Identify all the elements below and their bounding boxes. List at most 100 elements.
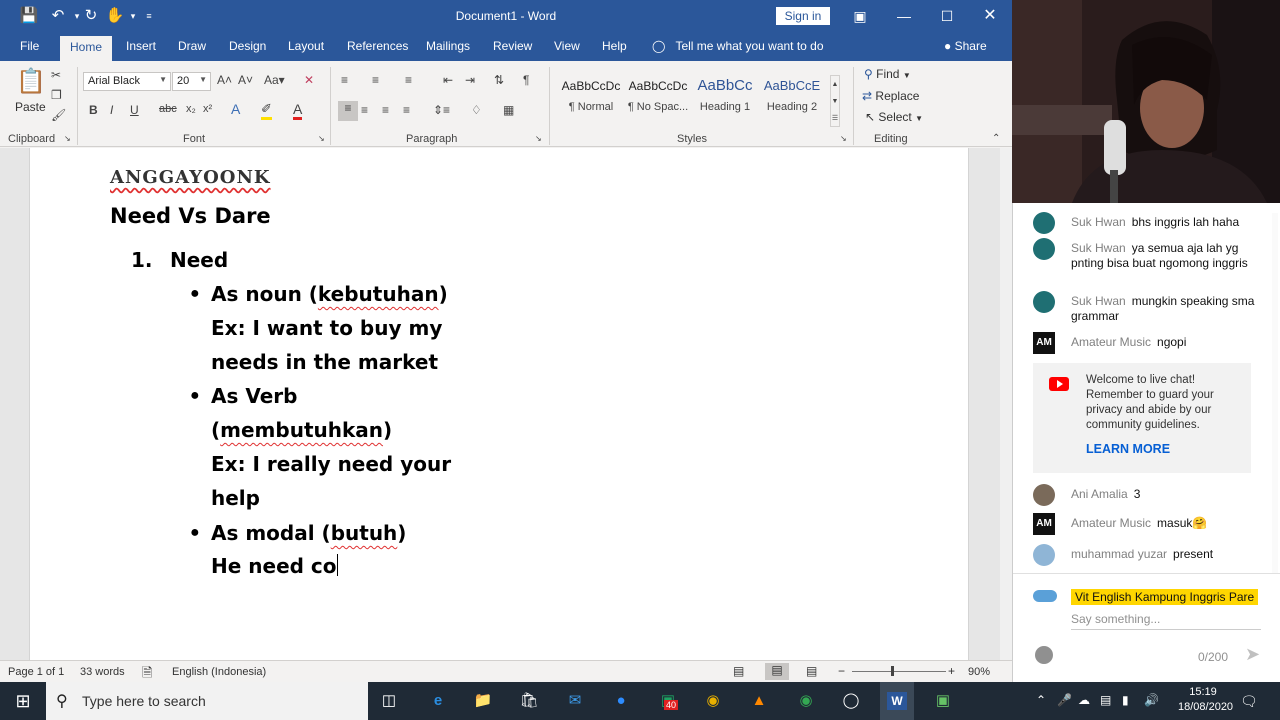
microphone-icon[interactable]: 🎤 [1057,693,1072,707]
bold-icon[interactable]: B [89,103,98,117]
taskbar-clock[interactable]: 15:19 18/08/2020 [1178,685,1233,715]
tab-insert[interactable]: Insert [126,39,156,53]
cut-icon[interactable]: ✂ [51,68,61,82]
tab-review[interactable]: Review [493,39,532,53]
chrome-profile-icon[interactable]: ◉ [793,688,819,714]
battery-icon[interactable]: ▮ [1122,693,1129,707]
volume-icon[interactable]: 🔊 [1144,693,1159,707]
highlight-icon[interactable]: ✐ [261,101,272,120]
tab-mailings[interactable]: Mailings [426,39,470,53]
zoom-slider-handle[interactable] [891,666,894,676]
font-launcher-icon[interactable]: ↘ [318,134,325,143]
show-hide-icon[interactable]: ¶ [523,73,529,87]
tab-help[interactable]: Help [602,39,627,53]
taskbar-search[interactable]: ⚲ Type here to search [46,682,368,720]
align-center-icon[interactable]: ≡ [361,103,368,117]
obs-icon[interactable]: ◯ [838,688,864,714]
style-heading-1[interactable]: AaBbCc Heading 1 [692,75,758,119]
paragraph-launcher-icon[interactable]: ↘ [535,134,542,143]
emoji-icon[interactable] [1035,646,1053,664]
tab-layout[interactable]: Layout [288,39,324,53]
store-icon[interactable]: 🛍 [516,688,542,714]
font-name-combo[interactable]: Arial Black ▼ [83,72,171,91]
tell-me-search[interactable]: ◯ Tell me what you want to do [652,39,824,53]
learn-more-link[interactable]: LEARN MORE [1086,442,1170,456]
web-layout-icon[interactable]: ▤ [806,664,817,678]
task-view-icon[interactable]: ◫ [376,688,402,714]
shrink-font-icon[interactable]: A˅ [238,73,253,87]
read-mode-icon[interactable]: ▤ [733,664,744,678]
find-button[interactable]: ⚲ Find ▼ [864,67,911,81]
shading-icon[interactable]: ♢ [471,103,482,117]
text-effects-icon[interactable]: A [231,101,240,117]
clipboard-launcher-icon[interactable]: ↘ [64,134,71,143]
select-button[interactable]: ↖ Select ▼ [865,110,923,124]
style-heading-2[interactable]: AaBbCcE Heading 2 [759,75,825,119]
superscript-icon[interactable]: x² [203,103,212,115]
increase-indent-icon[interactable]: ⇥ [465,73,475,87]
subscript-icon[interactable]: x₂ [186,103,196,115]
ribbon-display-options-icon[interactable]: ▣ [845,6,875,26]
share-button[interactable]: ● Share [944,39,987,53]
style-normal[interactable]: AaBbCcDc ¶ Normal [558,75,624,119]
tab-design[interactable]: Design [229,39,266,53]
grow-font-icon[interactable]: A˄ [217,73,232,87]
close-button[interactable]: ✕ [975,6,1005,26]
print-layout-icon[interactable]: ▤ [765,663,789,680]
align-right-icon[interactable]: ≡ [382,103,389,117]
copy-icon[interactable]: ❐ [51,88,62,102]
vertical-scrollbar[interactable] [1000,148,1012,660]
vlc-icon[interactable]: ▲ [746,688,772,714]
onedrive-icon[interactable]: ☁ [1078,693,1090,707]
sign-in-button[interactable]: Sign in [776,7,830,25]
font-size-combo[interactable]: 20 ▼ [172,72,211,91]
styles-scroll-icon[interactable]: ▲ ▼ ☰ [830,75,840,127]
multilevel-list-icon[interactable]: ≡ [405,73,412,87]
tab-references[interactable]: References [347,39,408,53]
notifications-icon[interactable]: 🗨 [1240,693,1258,710]
tab-view[interactable]: View [554,39,580,53]
zoom-in-icon[interactable]: + [948,664,955,678]
language-indicator[interactable]: English (Indonesia) [172,666,266,678]
file-explorer-icon[interactable]: 📁 [470,688,496,714]
chat-input[interactable]: Say something... [1071,612,1261,630]
justify-icon[interactable]: ≡ [403,103,410,117]
align-left-icon[interactable]: ≡ [338,101,358,121]
tab-home[interactable]: Home [60,36,113,61]
strikethrough-icon[interactable]: abc [159,103,177,115]
bullets-icon[interactable]: ≡ [341,73,348,87]
zoom-out-icon[interactable]: − [838,664,845,678]
word-taskbar-icon[interactable]: W [880,682,914,720]
tab-file[interactable]: File [20,39,39,53]
green-app-icon[interactable]: ▣ [930,688,956,714]
clear-formatting-icon[interactable]: ✕ [304,73,314,87]
chat-scrollbar[interactable] [1272,213,1278,573]
styles-launcher-icon[interactable]: ↘ [840,134,847,143]
word-count[interactable]: 33 words [80,666,125,678]
font-color-icon[interactable]: A [293,101,303,120]
underline-icon[interactable]: U [130,103,139,117]
format-painter-icon[interactable]: 🖌 [51,108,66,122]
paste-button[interactable]: Paste [15,100,46,114]
italic-icon[interactable]: I [110,103,113,117]
sort-icon[interactable]: ⇅ [494,73,504,87]
minimize-button[interactable]: — [889,6,919,26]
document-page[interactable]: ANGGAYOONK Need Vs Dare 1. Need ● As nou… [29,148,969,660]
edge-icon[interactable]: e [425,688,451,714]
zoom-app-icon[interactable]: ● [608,688,634,714]
replace-button[interactable]: ⇄ Replace [862,89,919,103]
page-count[interactable]: Page 1 of 1 [8,666,64,678]
paste-icon[interactable]: 📋 [16,67,46,99]
numbering-icon[interactable]: ≡ [372,73,379,87]
borders-icon[interactable]: ▦ [503,103,514,117]
decrease-indent-icon[interactable]: ⇤ [443,73,453,87]
zoom-level[interactable]: 90% [968,666,990,678]
tray-expand-icon[interactable]: ⌃ [1036,693,1046,707]
send-icon[interactable]: ➤ [1245,644,1260,665]
line-spacing-icon[interactable]: ⇕≡ [433,103,450,117]
maximize-button[interactable]: ☐ [932,6,962,26]
windows-start-icon[interactable]: ⊞ [10,688,36,714]
network-icon[interactable]: ▤ [1100,693,1111,707]
style-no-spacing[interactable]: AaBbCcDc ¶ No Spac... [625,75,691,119]
collapse-ribbon-icon[interactable]: ⌃ [992,133,1000,144]
